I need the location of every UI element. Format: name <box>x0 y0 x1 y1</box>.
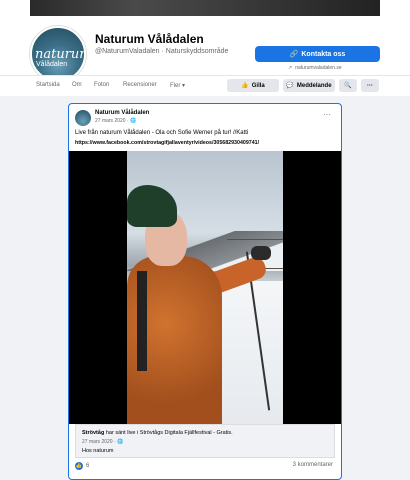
search-button[interactable]: 🔍 <box>339 79 357 92</box>
reactions-summary[interactable]: 👍 6 <box>75 462 89 470</box>
tab-foton[interactable]: Foton <box>94 82 109 88</box>
cover-area <box>0 0 410 16</box>
page-handle: @NaturumValadalen · Naturskyddsområde <box>95 48 229 55</box>
caret-down-icon: ▾ <box>182 83 186 89</box>
globe-icon: 🌐 <box>130 118 137 124</box>
cover-photo[interactable] <box>30 0 380 16</box>
post-options-icon[interactable]: ··· <box>323 110 331 119</box>
logo-subtext: Vålådalen <box>36 61 68 68</box>
preview-date: 27 mars 2020 · 🌐 <box>82 439 123 445</box>
more-options-button[interactable]: ··· <box>361 79 379 92</box>
search-icon: 🔍 <box>344 83 352 89</box>
tab-more[interactable]: Fler ▾ <box>170 82 185 89</box>
post-author[interactable]: Naturum Vålådalen <box>95 110 149 116</box>
post-author-avatar[interactable] <box>75 110 91 126</box>
shared-post-preview[interactable]: Strövtåg har sänt live i Strövtågs Digit… <box>75 424 335 458</box>
message-button[interactable]: 💬 Meddelande <box>283 79 335 92</box>
messenger-icon: 💬 <box>286 83 294 89</box>
tab-recensioner[interactable]: Recensioner <box>123 82 157 88</box>
external-link-icon: ↗ <box>288 65 293 71</box>
tab-more-label: Fler <box>170 83 181 89</box>
tab-startsida[interactable]: Startsida <box>36 82 60 88</box>
post-date[interactable]: 27 mars 2020 · 🌐 <box>95 118 136 124</box>
more-dots-icon: ··· <box>367 82 373 89</box>
post-date-text: 27 mars 2020 · <box>95 118 131 124</box>
post-text: Live från naturum Vålådalen - Ola och So… <box>75 130 249 136</box>
preview-date-text: 27 mars 2020 · <box>82 439 118 445</box>
tab-om[interactable]: Om <box>72 82 82 88</box>
page-nav: Startsida Om Foton Recensioner Fler ▾ 👍 … <box>0 75 410 96</box>
like-page-button[interactable]: 👍 Gilla <box>227 79 279 92</box>
post-card: Naturum Vålådalen 27 mars 2020 · 🌐 ··· L… <box>68 103 342 480</box>
preview-title-rest: har sänt live i Strövtågs Digitala Fjäll… <box>104 430 233 436</box>
video-player[interactable] <box>69 151 341 424</box>
like-page-label: Gilla <box>251 82 265 89</box>
reaction-count: 6 <box>86 463 90 469</box>
contact-button-label: Kontakta oss <box>301 50 346 58</box>
like-reaction-icon: 👍 <box>75 462 83 470</box>
preview-title-bold: Strövtåg <box>82 430 105 436</box>
logo-text: naturum <box>35 47 86 62</box>
video-frame <box>127 151 283 424</box>
thumbs-up-icon: 👍 <box>241 83 249 89</box>
website-link[interactable]: ↗ naturumvaladalen.se <box>288 65 342 71</box>
page-title: Naturum Vålådalen <box>95 32 204 46</box>
website-label: naturumvaladalen.se <box>295 65 342 71</box>
page-avatar[interactable]: naturum Vålådalen <box>30 26 86 82</box>
post-link[interactable]: https://www.facebook.com/strovtagifjalla… <box>75 140 259 146</box>
globe-icon: 🌐 <box>117 439 124 445</box>
message-label: Meddelande <box>296 82 332 89</box>
contact-button[interactable]: 🔗 Kontakta oss <box>255 46 380 62</box>
preview-subtitle: Hos naturum <box>82 448 114 454</box>
comments-count[interactable]: 3 kommentarer <box>293 462 333 468</box>
preview-title: Strövtåg har sänt live i Strövtågs Digit… <box>82 430 233 436</box>
link-icon: 🔗 <box>289 51 299 58</box>
